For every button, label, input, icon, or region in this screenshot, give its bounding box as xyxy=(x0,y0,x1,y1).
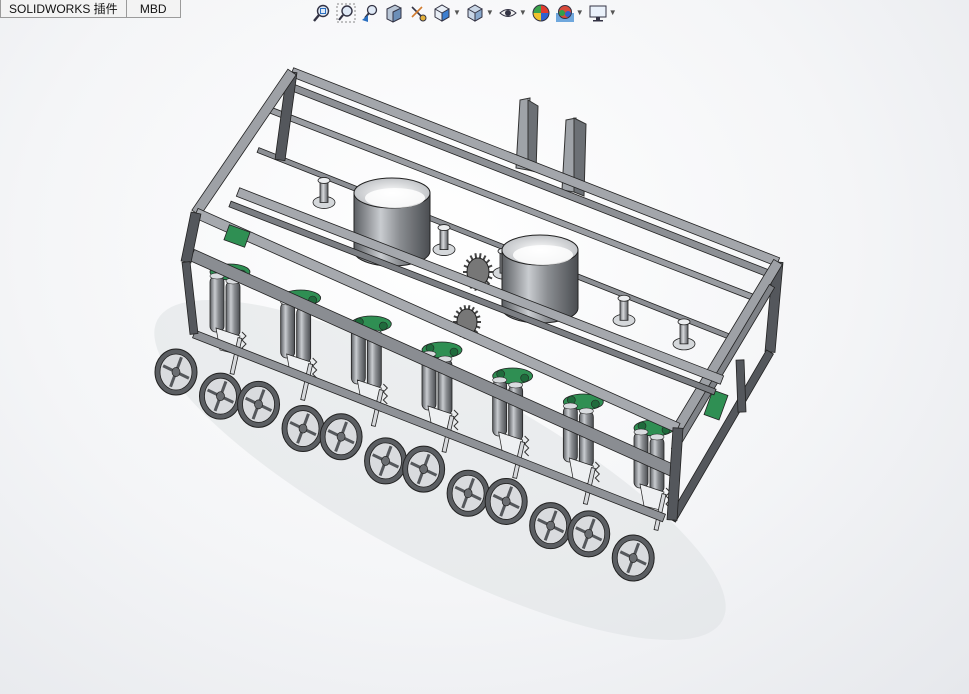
wheel-hub xyxy=(419,464,428,474)
hopper-inner xyxy=(513,245,573,265)
display-style-button[interactable]: ▼ xyxy=(465,2,494,24)
meter-cap xyxy=(317,177,331,184)
hopper-inner xyxy=(365,188,425,208)
section-view-icon xyxy=(386,4,402,23)
wheel-hub xyxy=(584,528,594,539)
zoom-to-area-icon xyxy=(336,3,356,23)
section-view-button[interactable] xyxy=(384,2,404,24)
view-orientation-icon xyxy=(434,4,450,22)
hide-show-items-dropdown-arrow[interactable]: ▼ xyxy=(519,2,527,24)
seed-tube xyxy=(280,301,296,359)
apply-scene-button[interactable]: ▼ xyxy=(555,2,584,24)
tab-mbd[interactable]: MBD xyxy=(125,0,181,18)
display-style-dropdown-arrow[interactable]: ▼ xyxy=(486,2,494,24)
housing-bolt xyxy=(591,399,600,409)
previous-view-icon xyxy=(362,4,378,22)
press-wheel xyxy=(567,510,611,558)
wheel-hub xyxy=(546,520,556,531)
drive-gearbox xyxy=(223,224,251,248)
wheel-hub xyxy=(501,496,511,507)
press-wheel xyxy=(446,469,490,517)
view-orientation-dropdown-arrow[interactable]: ▼ xyxy=(453,2,461,24)
press-wheel xyxy=(198,372,242,420)
press-wheel xyxy=(237,380,281,428)
view-settings-dropdown-arrow[interactable]: ▼ xyxy=(609,2,617,24)
seed-tube xyxy=(209,275,225,333)
zoom-to-fit-icon xyxy=(313,4,330,22)
hide-show-items-icon xyxy=(499,9,517,17)
zoom-to-fit-button[interactable] xyxy=(312,2,332,24)
seed-tube-top xyxy=(579,407,594,415)
meter-cap xyxy=(437,224,451,231)
frame-post xyxy=(735,359,747,413)
graphics-area[interactable] xyxy=(0,20,969,694)
press-wheel xyxy=(484,477,528,525)
edit-appearance-icon xyxy=(532,4,550,22)
seed-tube-top xyxy=(508,381,523,389)
seed-tube xyxy=(562,405,578,463)
press-wheel xyxy=(364,437,408,485)
view-settings-icon xyxy=(589,5,607,22)
wheel-hub xyxy=(171,367,181,377)
press-wheel xyxy=(154,348,198,396)
seed-tube-top xyxy=(649,433,665,441)
view-settings-button[interactable]: ▼ xyxy=(588,2,617,24)
press-wheel xyxy=(611,534,655,582)
housing-bolt xyxy=(520,373,529,383)
view-orientation-button[interactable]: ▼ xyxy=(432,2,461,24)
press-wheel xyxy=(281,405,325,453)
housing-bolt xyxy=(379,321,388,331)
press-wheel xyxy=(402,445,446,493)
hide-show-items-button[interactable]: ▼ xyxy=(498,2,527,24)
wheel-hub xyxy=(463,488,473,499)
command-manager-tabs: SOLIDWORKS 插件 MBD xyxy=(0,0,181,19)
housing-bolt xyxy=(449,347,459,357)
apply-scene-icon xyxy=(555,5,574,22)
previous-view-button[interactable] xyxy=(360,2,380,24)
zoom-to-area-button[interactable] xyxy=(336,2,356,24)
edit-appearance-button[interactable] xyxy=(531,2,551,24)
wheel-hub xyxy=(216,391,225,402)
dynamic-annotation-views-button[interactable] xyxy=(408,2,428,24)
seed-tube xyxy=(296,306,312,364)
wheel-hub xyxy=(628,553,638,563)
seed-tube-top xyxy=(492,376,507,384)
apply-scene-dropdown-arrow[interactable]: ▼ xyxy=(576,2,584,24)
dynamic-annotation-views-icon xyxy=(411,6,427,22)
press-wheel xyxy=(529,502,573,550)
wheel-hub xyxy=(381,456,390,466)
tab-solidworks-addins[interactable]: SOLIDWORKS 插件 xyxy=(0,0,127,18)
display-style-icon xyxy=(467,4,483,22)
meter-cap xyxy=(677,318,691,326)
wheel-hub xyxy=(298,423,308,434)
meter-cap xyxy=(617,294,631,302)
press-wheel xyxy=(319,413,363,461)
seed-tube xyxy=(225,280,241,338)
heads-up-view-toolbar: ▼ ▼ ▼ ▼ ▼ xyxy=(312,1,621,25)
wheel-hub xyxy=(254,399,263,410)
seed-tube-top xyxy=(563,402,578,410)
wheel-hub xyxy=(336,431,346,442)
seed-tube-top xyxy=(633,428,649,436)
